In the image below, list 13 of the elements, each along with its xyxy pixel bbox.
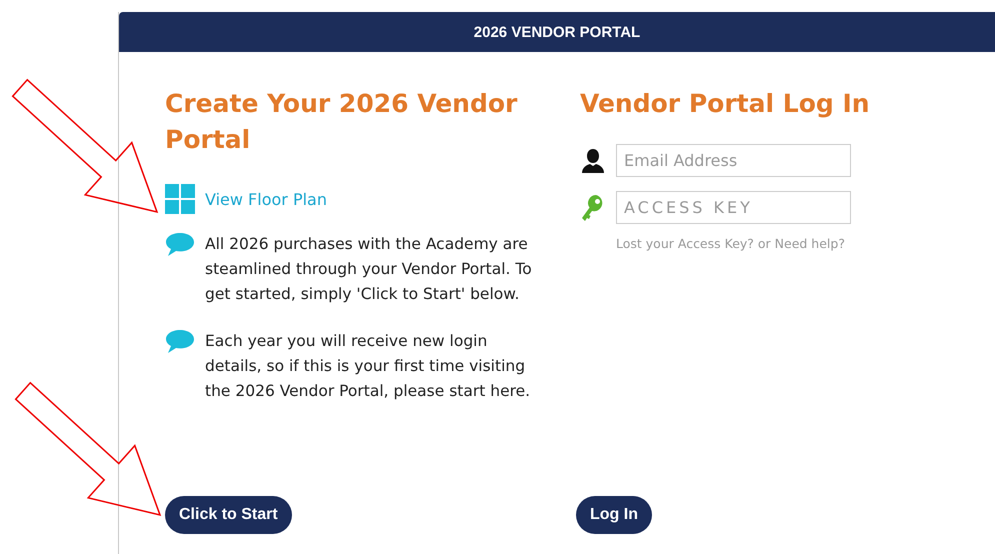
person-icon [580, 148, 606, 174]
speech-bubble-icon [165, 232, 195, 257]
email-field[interactable]: Email Address [616, 144, 851, 177]
create-heading: Create Your 2026 Vendor Portal [165, 88, 518, 156]
portal-title: 2026 VENDOR PORTAL [474, 24, 640, 40]
login-heading: Vendor Portal Log In [580, 88, 871, 120]
info-text: All 2026 purchases with the Academy are steamlined through your Vendor Portal. To get started, simply 'Click to Start' below. [205, 234, 533, 305]
grid-icon [165, 184, 195, 214]
info-text: Each year you will receive new login details, so if this is your first time visiting the 2026 Vendor Portal, please start here. [205, 331, 532, 402]
access-key-field[interactable]: ACCESS KEY [616, 191, 851, 224]
login-button[interactable]: Log In [576, 496, 652, 534]
start-button[interactable]: Click to Start [165, 496, 292, 534]
speech-bubble-icon [165, 329, 195, 354]
